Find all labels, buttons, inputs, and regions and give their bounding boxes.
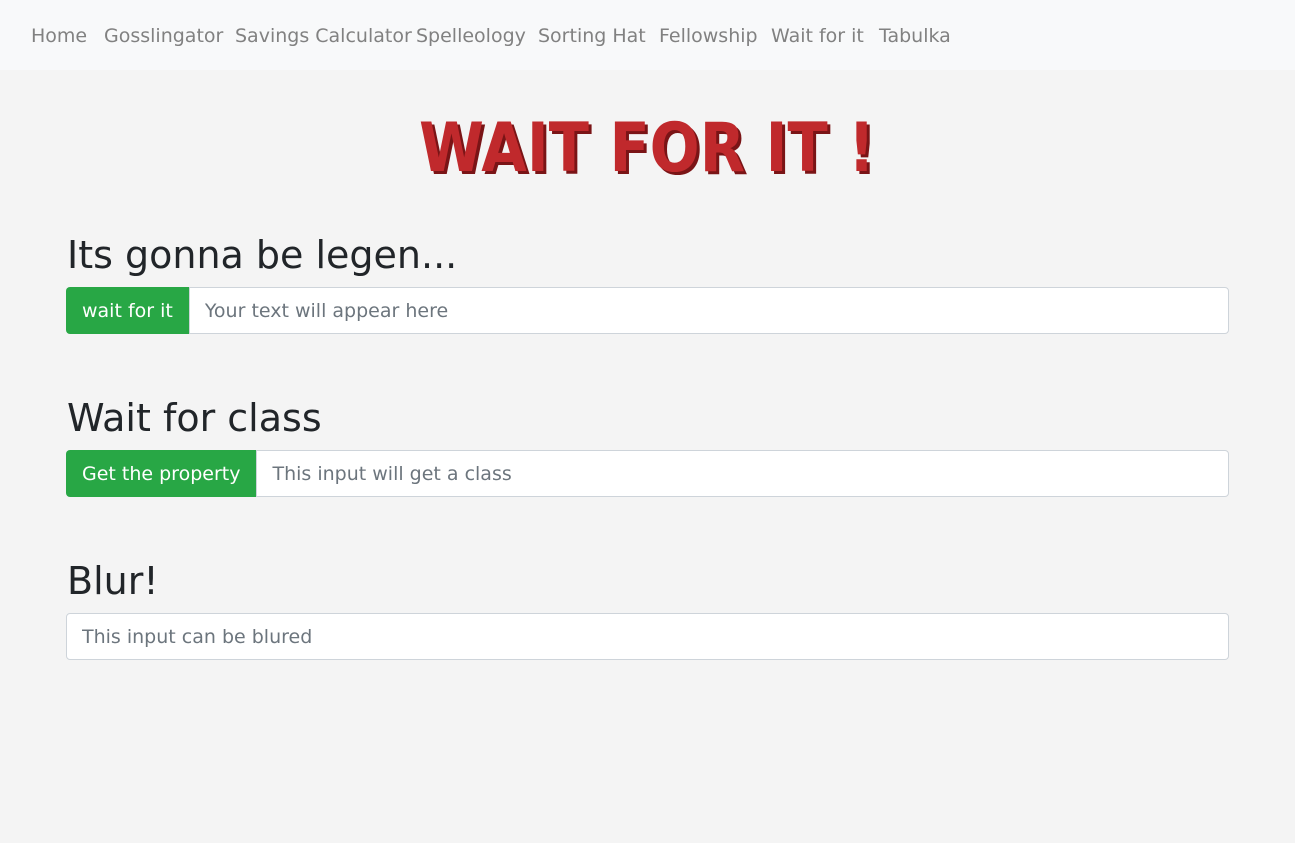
section-heading-wait-for-class: Wait for class xyxy=(67,396,322,440)
nav-link-home[interactable]: Home xyxy=(31,24,87,48)
wait-for-it-input-group: wait for it xyxy=(66,287,1229,334)
section-heading-legen: Its gonna be legen... xyxy=(67,233,458,277)
class-input[interactable] xyxy=(256,450,1229,497)
class-input-group: Get the property xyxy=(66,450,1229,497)
nav-link-fellowship[interactable]: Fellowship xyxy=(659,24,758,48)
section-heading-blur: Blur! xyxy=(67,559,159,603)
blur-input[interactable] xyxy=(66,613,1229,660)
nav-link-sorting-hat[interactable]: Sorting Hat xyxy=(538,24,646,48)
nav-link-savings-calculator[interactable]: Savings Calculator xyxy=(235,24,412,48)
nav-link-wait-for-it[interactable]: Wait for it xyxy=(771,24,864,48)
nav-link-gosslingator[interactable]: Gosslingator xyxy=(104,24,223,48)
navbar: Home Gosslingator Savings Calculator Spe… xyxy=(0,0,1295,70)
nav-link-tabulka[interactable]: Tabulka xyxy=(879,24,951,48)
wait-for-it-logo: WAIT FOR IT ! WAIT FOR IT ! xyxy=(419,109,878,190)
logo-text: WAIT FOR IT ! xyxy=(419,109,875,188)
blur-input-group xyxy=(66,613,1229,660)
get-property-button[interactable]: Get the property xyxy=(66,450,257,497)
wait-for-it-button[interactable]: wait for it xyxy=(66,287,189,334)
wait-text-input[interactable] xyxy=(188,287,1229,334)
nav-link-spelleology[interactable]: Spelleology xyxy=(416,24,526,48)
